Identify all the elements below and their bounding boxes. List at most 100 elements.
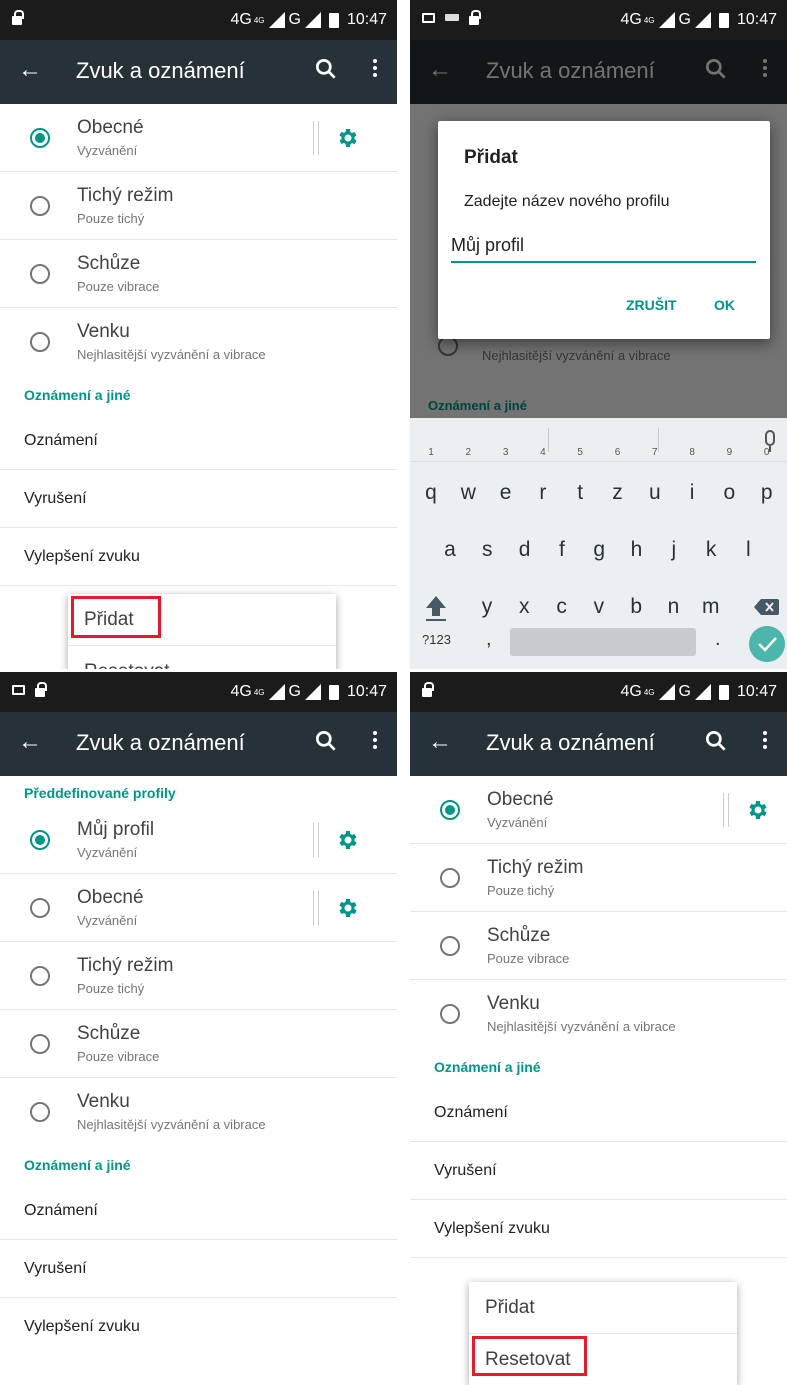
profile-obecne[interactable]: Obecné Vyzvánění: [410, 776, 787, 844]
gear-icon[interactable]: [745, 798, 769, 822]
item-oznameni[interactable]: Oznámení: [410, 1084, 787, 1142]
radio-icon[interactable]: [30, 264, 50, 284]
profile-tichy[interactable]: Tichý režim Pouze tichý: [0, 172, 397, 240]
radio-icon[interactable]: [30, 966, 50, 986]
key-z[interactable]: 6z: [601, 448, 635, 522]
key-u[interactable]: 7u: [638, 448, 672, 522]
status-bar: 4G 4G G 10:47: [0, 0, 397, 40]
key-d[interactable]: d: [508, 521, 542, 579]
key-p[interactable]: 0p: [750, 448, 784, 522]
page-title: Zvuk a oznámení: [76, 58, 245, 83]
item-vyruseni[interactable]: Vyrušení: [0, 470, 397, 528]
radio-icon[interactable]: [30, 1034, 50, 1054]
radio-selected-icon[interactable]: [440, 800, 460, 820]
section-header: Oznámení a jiné: [434, 1059, 541, 1075]
profile-obecne[interactable]: Obecné Vyzvánění: [0, 104, 397, 172]
period-key[interactable]: .: [715, 628, 721, 651]
profile-venku[interactable]: Venku Nejhlasitější vyzvánění a vibrace: [0, 1078, 397, 1146]
cancel-button[interactable]: ZRUŠIT: [626, 297, 677, 313]
network-label: 4G: [620, 683, 642, 700]
back-arrow-icon[interactable]: ←: [18, 729, 42, 755]
key-l[interactable]: l: [731, 521, 765, 579]
key-h[interactable]: h: [620, 521, 654, 579]
radio-icon[interactable]: [30, 332, 50, 352]
signal2-label: G: [678, 11, 691, 28]
key-o[interactable]: 9o: [712, 448, 746, 522]
search-icon[interactable]: [703, 56, 729, 82]
search-icon[interactable]: [313, 728, 339, 754]
network-sup: 4G: [643, 687, 655, 697]
profile-muj[interactable]: Můj profil Vyzvánění: [0, 806, 397, 874]
checkmark-enter-icon[interactable]: [749, 626, 785, 662]
radio-icon[interactable]: [30, 196, 50, 216]
signal2-label: G: [288, 11, 301, 28]
profile-name: Venku: [77, 321, 130, 342]
search-icon[interactable]: [703, 728, 729, 754]
key-q[interactable]: 1q: [414, 448, 448, 522]
highlight-box: [472, 1336, 587, 1376]
key-k[interactable]: k: [694, 521, 728, 579]
key-row-4: ?123 , .: [410, 614, 787, 669]
key-e[interactable]: 3e: [489, 448, 523, 522]
more-menu-icon[interactable]: [761, 56, 769, 82]
key-r[interactable]: 4r: [526, 448, 560, 522]
back-arrow-icon[interactable]: ←: [428, 57, 452, 83]
item-vyruseni[interactable]: Vyrušení: [0, 1240, 397, 1298]
back-arrow-icon[interactable]: ←: [428, 729, 452, 755]
key-w[interactable]: 2w: [451, 448, 485, 522]
item-oznameni[interactable]: Oznámení: [0, 1182, 397, 1240]
key-j[interactable]: j: [657, 521, 691, 579]
more-menu-icon[interactable]: [761, 728, 769, 754]
ok-button[interactable]: OK: [714, 297, 735, 313]
signal-icon: [658, 684, 675, 700]
radio-selected-icon[interactable]: [30, 128, 50, 148]
radio-icon[interactable]: [440, 936, 460, 956]
radio-selected-icon[interactable]: [30, 830, 50, 850]
back-arrow-icon[interactable]: ←: [18, 57, 42, 83]
profile-name-input[interactable]: [451, 229, 756, 263]
key-f[interactable]: f: [545, 521, 579, 579]
search-icon[interactable]: [313, 56, 339, 82]
dialog-message: Zadejte název nového profilu: [464, 193, 670, 210]
radio-icon[interactable]: [440, 868, 460, 888]
symbols-key[interactable]: ?123: [422, 632, 451, 647]
divider: [313, 121, 319, 155]
profile-schuze[interactable]: Schůze Pouze vibrace: [0, 1010, 397, 1078]
more-menu-icon[interactable]: [371, 728, 379, 754]
gear-icon[interactable]: [335, 896, 359, 920]
profile-schuze[interactable]: Schůze Pouze vibrace: [410, 912, 787, 980]
key-s[interactable]: s: [470, 521, 504, 579]
profile-venku[interactable]: Venku Nejhlasitější vyzvánění a vibrace: [410, 980, 787, 1048]
key-a[interactable]: a: [433, 521, 467, 579]
profile-tichy[interactable]: Tichý režim Pouze tichý: [410, 844, 787, 912]
profile-tichy[interactable]: Tichý režim Pouze tichý: [0, 942, 397, 1010]
item-vyruseni[interactable]: Vyrušení: [410, 1142, 787, 1200]
profile-schuze[interactable]: Schůze Pouze vibrace: [0, 240, 397, 308]
radio-icon[interactable]: [30, 898, 50, 918]
status-bar: 4G 4G G 10:47: [410, 672, 787, 712]
profile-name: Obecné: [487, 789, 554, 810]
divider: [313, 891, 319, 925]
microphone-icon[interactable]: [765, 430, 775, 452]
gear-icon[interactable]: [335, 126, 359, 150]
profile-venku[interactable]: Venku Nejhlasitější vyzvánění a vibrace: [0, 308, 397, 376]
comma-key[interactable]: ,: [486, 628, 492, 651]
item-vylepseni[interactable]: Vylepšení zvuku: [0, 1298, 397, 1356]
item-oznameni[interactable]: Oznámení: [0, 412, 397, 470]
more-menu-icon[interactable]: [371, 56, 379, 82]
menu-item-pridat[interactable]: Přidat: [469, 1282, 737, 1334]
menu-item-resetovat[interactable]: Resetovat: [68, 646, 336, 669]
item-vylepseni[interactable]: Vylepšení zvuku: [0, 528, 397, 586]
key-label: i: [689, 481, 695, 504]
item-vylepseni[interactable]: Vylepšení zvuku: [410, 1200, 787, 1258]
space-key[interactable]: [510, 628, 696, 656]
profile-obecne[interactable]: Obecné Vyzvánění: [0, 874, 397, 942]
key-i[interactable]: 8i: [675, 448, 709, 522]
key-t[interactable]: 5t: [563, 448, 597, 522]
key-g[interactable]: g: [582, 521, 616, 579]
radio-icon[interactable]: [30, 1102, 50, 1122]
profile-name: Schůze: [77, 1023, 141, 1044]
gear-icon[interactable]: [335, 828, 359, 852]
radio-icon[interactable]: [440, 1004, 460, 1024]
page-title: Zvuk a oznámení: [76, 730, 245, 755]
